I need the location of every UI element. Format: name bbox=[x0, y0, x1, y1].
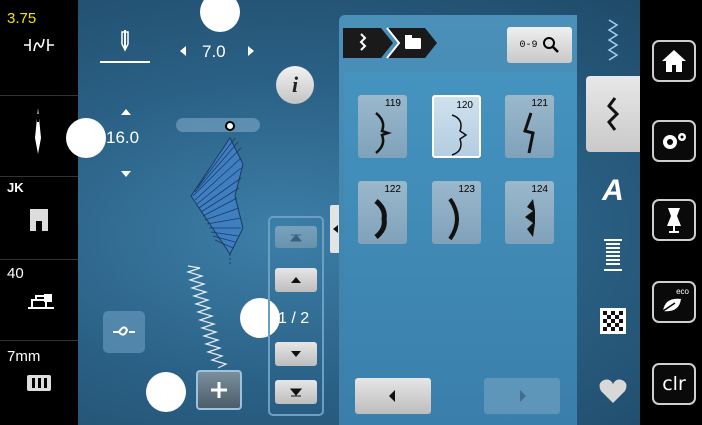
heart-icon bbox=[599, 379, 627, 403]
stitch-width-value-main: 7.0 bbox=[202, 42, 226, 61]
pattern-tile-120[interactable]: 120 bbox=[432, 95, 481, 158]
securing-button[interactable] bbox=[103, 311, 145, 353]
pattern-number: 121 bbox=[531, 98, 548, 109]
plus-icon bbox=[211, 382, 227, 398]
buttonhole-icon bbox=[604, 239, 622, 271]
presser-foot-cell[interactable]: JK bbox=[0, 177, 78, 260]
arrow-left-icon bbox=[389, 390, 395, 402]
tension-value: 40 bbox=[7, 265, 24, 282]
eco-button[interactable]: eco bbox=[652, 281, 696, 323]
tab-practical-stitches[interactable] bbox=[586, 10, 640, 72]
stitch-pattern-icon bbox=[448, 197, 459, 241]
tab-quilt-stitches[interactable] bbox=[586, 290, 640, 352]
feed-dog-icon bbox=[27, 375, 51, 391]
search-button[interactable]: 0-9 bbox=[507, 27, 572, 63]
touch-indicator-left bbox=[66, 118, 106, 158]
pattern-number: 119 bbox=[385, 98, 401, 109]
stitch-length-value-main: 16.0 bbox=[106, 128, 140, 147]
page-indicator: 1 / 2 bbox=[278, 310, 310, 327]
practical-stitches-icon bbox=[607, 19, 619, 61]
stitch-pattern-icon bbox=[525, 199, 535, 237]
arrow-down-icon bbox=[291, 351, 301, 357]
needle-position-icon bbox=[100, 30, 150, 63]
tab-buttonholes[interactable] bbox=[586, 224, 640, 286]
pattern-next-button[interactable] bbox=[484, 378, 560, 414]
home-button[interactable] bbox=[652, 40, 696, 82]
right-system-bar: eco clr bbox=[640, 0, 702, 425]
pattern-tile-119[interactable]: 119 bbox=[358, 95, 407, 158]
clear-button[interactable]: clr bbox=[652, 363, 696, 405]
presser-foot-label: JK bbox=[7, 180, 24, 195]
home-icon bbox=[662, 50, 686, 72]
pattern-number: 120 bbox=[456, 100, 473, 111]
needle-position-button[interactable] bbox=[98, 26, 152, 66]
arrow-up-icon bbox=[291, 277, 301, 283]
presser-foot-icon bbox=[30, 209, 48, 231]
first-page-button[interactable] bbox=[275, 226, 317, 248]
stitch-pattern-icon bbox=[375, 112, 392, 154]
stitch-pattern-icon bbox=[451, 114, 468, 156]
pattern-number: 123 bbox=[458, 184, 475, 195]
stitch-category-tabs: A bbox=[586, 10, 640, 425]
stitch-pattern-icon bbox=[374, 199, 387, 239]
tension-icon bbox=[28, 294, 54, 309]
clear-label: clr bbox=[662, 373, 686, 395]
length-decrease-button[interactable] bbox=[119, 166, 133, 184]
stitch-length-cell[interactable]: 7mm bbox=[0, 341, 78, 425]
length-increase-button[interactable] bbox=[119, 104, 133, 122]
stitch-preview bbox=[190, 121, 244, 266]
alphabet-icon: A bbox=[602, 174, 624, 207]
pattern-tile-124[interactable]: 124 bbox=[505, 181, 554, 244]
touch-indicator-top bbox=[200, 0, 240, 32]
info-button[interactable]: i bbox=[276, 66, 314, 104]
touch-indicator-bottom bbox=[146, 372, 186, 412]
tab-alphabets[interactable]: A bbox=[586, 160, 640, 222]
stitch-pattern-icon bbox=[523, 112, 535, 154]
tension-cell[interactable]: 40 bbox=[0, 260, 78, 341]
arrow-right-icon bbox=[520, 390, 526, 402]
arrow-left-icon bbox=[180, 46, 186, 56]
pattern-tile-123[interactable]: 123 bbox=[432, 181, 481, 244]
pattern-number: 124 bbox=[531, 184, 548, 195]
dress-form-icon bbox=[667, 208, 681, 233]
arrow-right-icon bbox=[248, 46, 254, 56]
sewing-button[interactable] bbox=[652, 199, 696, 241]
width-increase-button[interactable] bbox=[246, 44, 256, 63]
securing-stitch-icon bbox=[113, 326, 135, 336]
pattern-tile-121[interactable]: 121 bbox=[505, 95, 554, 158]
sewing-machine-screen: 3.75 JK 40 7mm 7.0 i 16.0 1 / 2 0-9 119 … bbox=[0, 0, 702, 425]
pattern-tile-122[interactable]: 122 bbox=[358, 181, 407, 244]
left-status-bar: 3.75 JK 40 7mm bbox=[0, 0, 78, 425]
eco-label: eco bbox=[676, 287, 689, 296]
last-page-button[interactable] bbox=[275, 380, 317, 404]
breadcrumb bbox=[341, 26, 441, 60]
page-down-button[interactable] bbox=[275, 342, 317, 366]
double-arrow-down-icon bbox=[289, 388, 303, 397]
gears-icon bbox=[663, 133, 686, 149]
search-button-label: 0-9 bbox=[519, 39, 538, 51]
settings-button[interactable] bbox=[652, 120, 696, 162]
stitch-width-value: 3.75 bbox=[7, 10, 37, 27]
arrow-up-icon bbox=[121, 109, 131, 115]
stitch-width-cell[interactable]: 3.75 bbox=[0, 0, 78, 96]
search-icon bbox=[542, 37, 559, 53]
add-stitch-button[interactable] bbox=[196, 370, 242, 410]
stitch-length-value: 7mm bbox=[7, 348, 41, 365]
breadcrumb-shape bbox=[343, 27, 437, 59]
info-icon: i bbox=[291, 72, 299, 97]
quilt-icon bbox=[600, 308, 626, 334]
arrow-down-icon bbox=[121, 171, 131, 177]
tab-favorites[interactable] bbox=[586, 360, 640, 422]
pattern-prev-button[interactable] bbox=[355, 378, 431, 414]
tab-decorative-stitches[interactable] bbox=[586, 76, 640, 152]
width-decrease-button[interactable] bbox=[178, 44, 188, 63]
decorative-stitches-icon bbox=[607, 97, 620, 131]
double-arrow-up-icon bbox=[289, 234, 303, 242]
needle-icon bbox=[35, 108, 41, 154]
pattern-number: 122 bbox=[384, 184, 401, 195]
page-up-button[interactable] bbox=[275, 268, 317, 292]
stitch-width-icon bbox=[24, 38, 54, 52]
